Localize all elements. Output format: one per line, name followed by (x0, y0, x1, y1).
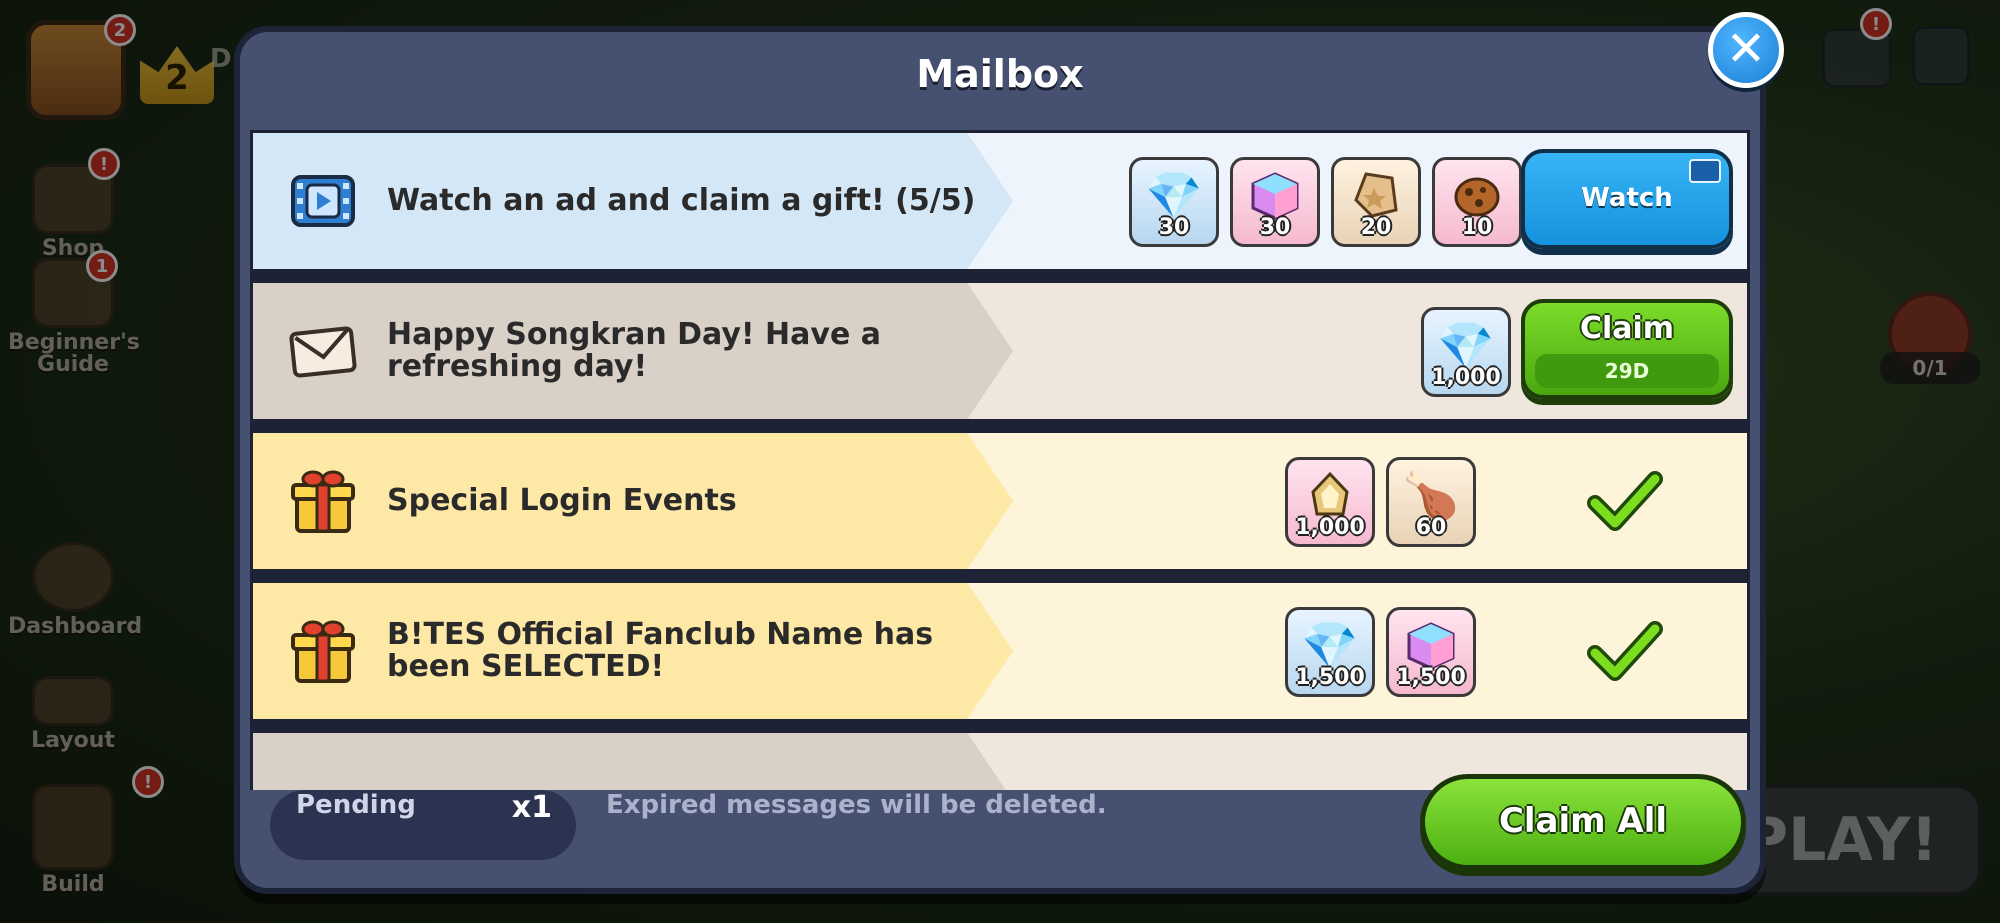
reward-list: 💎 1,000 (1421, 307, 1511, 399)
claim-button-label: Claim (1579, 311, 1675, 346)
mail-title: Watch an ad and claim a gift! (5/5) (387, 183, 976, 218)
reward-cookie-chunk[interactable]: 10 (1432, 157, 1522, 247)
mail-row-gift: B!TES Official Fanclub Name has been SEL… (250, 580, 1750, 722)
envelope-icon (289, 326, 357, 378)
watch-ad-button[interactable]: Watch (1521, 149, 1733, 249)
reward-quantity: 10 (1461, 215, 1493, 240)
mail-row-header (253, 733, 1013, 790)
reward-list: 💎 30 30 20 10 (1129, 157, 1522, 249)
close-icon[interactable]: ✕ (1708, 12, 1784, 88)
ad-film-icon (291, 175, 355, 227)
mail-row-letter: Happy Songkran Day! Have a refreshing da… (250, 280, 1750, 422)
pending-count: x1 (511, 790, 552, 825)
reward-quantity: 20 (1360, 215, 1392, 240)
claimed-check-icon (1587, 471, 1663, 531)
mail-title: B!TES Official Fanclub Name has been SEL… (387, 617, 934, 684)
expiry-days: 29D (1535, 354, 1719, 388)
reward-quantity: 1,500 (1396, 665, 1466, 690)
claimed-check-icon (1587, 621, 1663, 681)
gift-box-icon (291, 470, 355, 533)
meat-icon: 🍗 (1402, 468, 1460, 522)
claim-button[interactable]: Claim 29D (1521, 299, 1733, 399)
crystal-icon: 💎 (1145, 168, 1203, 222)
mailbox-dialog: Mailbox Watch an ad and claim a gift! (5… (234, 26, 1766, 894)
reward-meat[interactable]: 🍗 60 (1386, 457, 1476, 547)
reward-quantity: 30 (1158, 215, 1190, 240)
mail-title: Happy Songkran Day! Have a refreshing da… (387, 317, 881, 384)
reward-crystal[interactable]: 💎 1,000 (1421, 307, 1511, 397)
mail-title: Special Login Events (387, 483, 737, 518)
ad-film-icon (1689, 159, 1721, 183)
mailbox-title: Mailbox (916, 52, 1084, 96)
expiry-notice: Expired messages will be deleted. (606, 790, 1107, 820)
reward-rainbow-cube[interactable]: 1,500 (1386, 607, 1476, 697)
mail-row-ad: Watch an ad and claim a gift! (5/5) 💎 30… (250, 130, 1750, 272)
reward-quantity: 1,000 (1295, 515, 1365, 540)
claim-all-button[interactable]: Claim All (1420, 774, 1746, 870)
pending-indicator: Pending x1 (270, 790, 576, 860)
reward-crystal[interactable]: 💎 1,500 (1285, 607, 1375, 697)
reward-list: 💎 1,500 1,500 (1285, 607, 1476, 699)
reward-quantity: 1,500 (1295, 665, 1365, 690)
pending-label: Pending (296, 790, 416, 820)
mail-list[interactable]: Watch an ad and claim a gift! (5/5) 💎 30… (250, 130, 1750, 790)
crystal-icon: 💎 (1437, 318, 1495, 372)
reward-list: 1,000 🍗 60 (1285, 457, 1476, 549)
reward-quantity: 60 (1415, 515, 1447, 540)
reward-crystal[interactable]: 💎 30 (1129, 157, 1219, 247)
reward-soulstone[interactable]: 20 (1331, 157, 1421, 247)
reward-cookie-cutter[interactable]: 1,000 (1285, 457, 1375, 547)
reward-quantity: 1,000 (1431, 365, 1501, 390)
reward-rainbow-cube[interactable]: 30 (1230, 157, 1320, 247)
gift-box-icon (291, 620, 355, 683)
mail-row-gift: Special Login Events 1,000 🍗 60 (250, 430, 1750, 572)
reward-quantity: 30 (1259, 215, 1291, 240)
crystal-icon: 💎 (1301, 618, 1359, 672)
watch-button-label: Watch (1581, 183, 1673, 213)
